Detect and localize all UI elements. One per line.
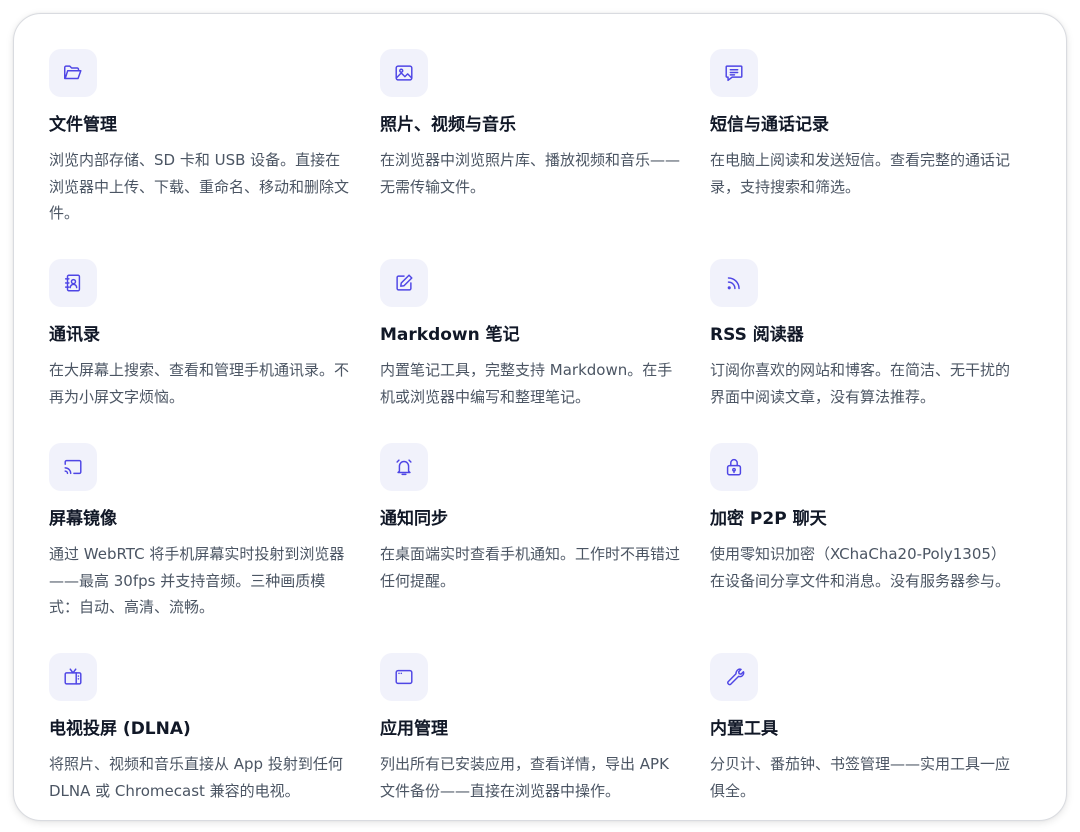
features-panel: 文件管理 浏览内部存储、SD 卡和 USB 设备。直接在浏览器中上传、下载、重命… (13, 13, 1067, 821)
feature-description: 浏览内部存储、SD 卡和 USB 设备。直接在浏览器中上传、下载、重命名、移动和… (49, 151, 350, 222)
app-window-icon (380, 653, 428, 701)
message-icon (710, 49, 758, 97)
feature-description: 列出所有已安装应用，查看详情，导出 APK 文件备份——直接在浏览器中操作。 (380, 755, 669, 800)
feature-description: 在桌面端实时查看手机通知。工作时不再错过任何提醒。 (380, 545, 681, 590)
feature-title: 加密 P2P 聊天 (710, 509, 827, 529)
feature-description: 分贝计、番茄钟、书签管理——实用工具一应俱全。 (710, 755, 1011, 800)
feature-title: 电视投屏 (DLNA) (49, 719, 191, 739)
cast-icon (49, 443, 97, 491)
tv-icon (49, 653, 97, 701)
feature-description: 通过 WebRTC 将手机屏幕实时投射到浏览器——最高 30fps 并支持音频。… (49, 545, 345, 616)
feature-title: 照片、视频与音乐 (380, 115, 516, 135)
contact-book-icon (49, 259, 97, 307)
feature-title: 内置工具 (710, 719, 778, 739)
feature-description: 在电脑上阅读和发送短信。查看完整的通话记录，支持搜索和筛选。 (710, 151, 1011, 196)
feature-title: RSS 阅读器 (710, 325, 804, 345)
feature-description: 在浏览器中浏览照片库、播放视频和音乐——无需传输文件。 (380, 151, 681, 196)
feature-title: 通知同步 (380, 509, 448, 529)
rss-icon (710, 259, 758, 307)
lock-icon (710, 443, 758, 491)
feature-title: Markdown 笔记 (380, 325, 520, 345)
folder-open-icon (49, 49, 97, 97)
wrench-icon (710, 653, 758, 701)
feature-title: 屏幕镜像 (49, 509, 117, 529)
feature-title: 通讯录 (49, 325, 100, 345)
feature-description: 使用零知识加密（XChaCha20-Poly1305）在设备间分享文件和消息。没… (710, 545, 1011, 590)
feature-title: 文件管理 (49, 115, 117, 135)
feature-description: 订阅你喜欢的网站和博客。在简洁、无干扰的界面中阅读文章，没有算法推荐。 (710, 361, 1011, 406)
bell-icon (380, 443, 428, 491)
edit-note-icon (380, 259, 428, 307)
feature-title: 短信与通话记录 (710, 115, 829, 135)
feature-description: 内置笔记工具，完整支持 Markdown。在手机或浏览器中编写和整理笔记。 (380, 361, 673, 406)
image-icon (380, 49, 428, 97)
feature-title: 应用管理 (380, 719, 448, 739)
feature-description: 将照片、视频和音乐直接从 App 投射到任何 DLNA 或 Chromecast… (49, 755, 343, 800)
feature-description: 在大屏幕上搜索、查看和管理手机通讯录。不再为小屏文字烦恼。 (49, 361, 350, 406)
